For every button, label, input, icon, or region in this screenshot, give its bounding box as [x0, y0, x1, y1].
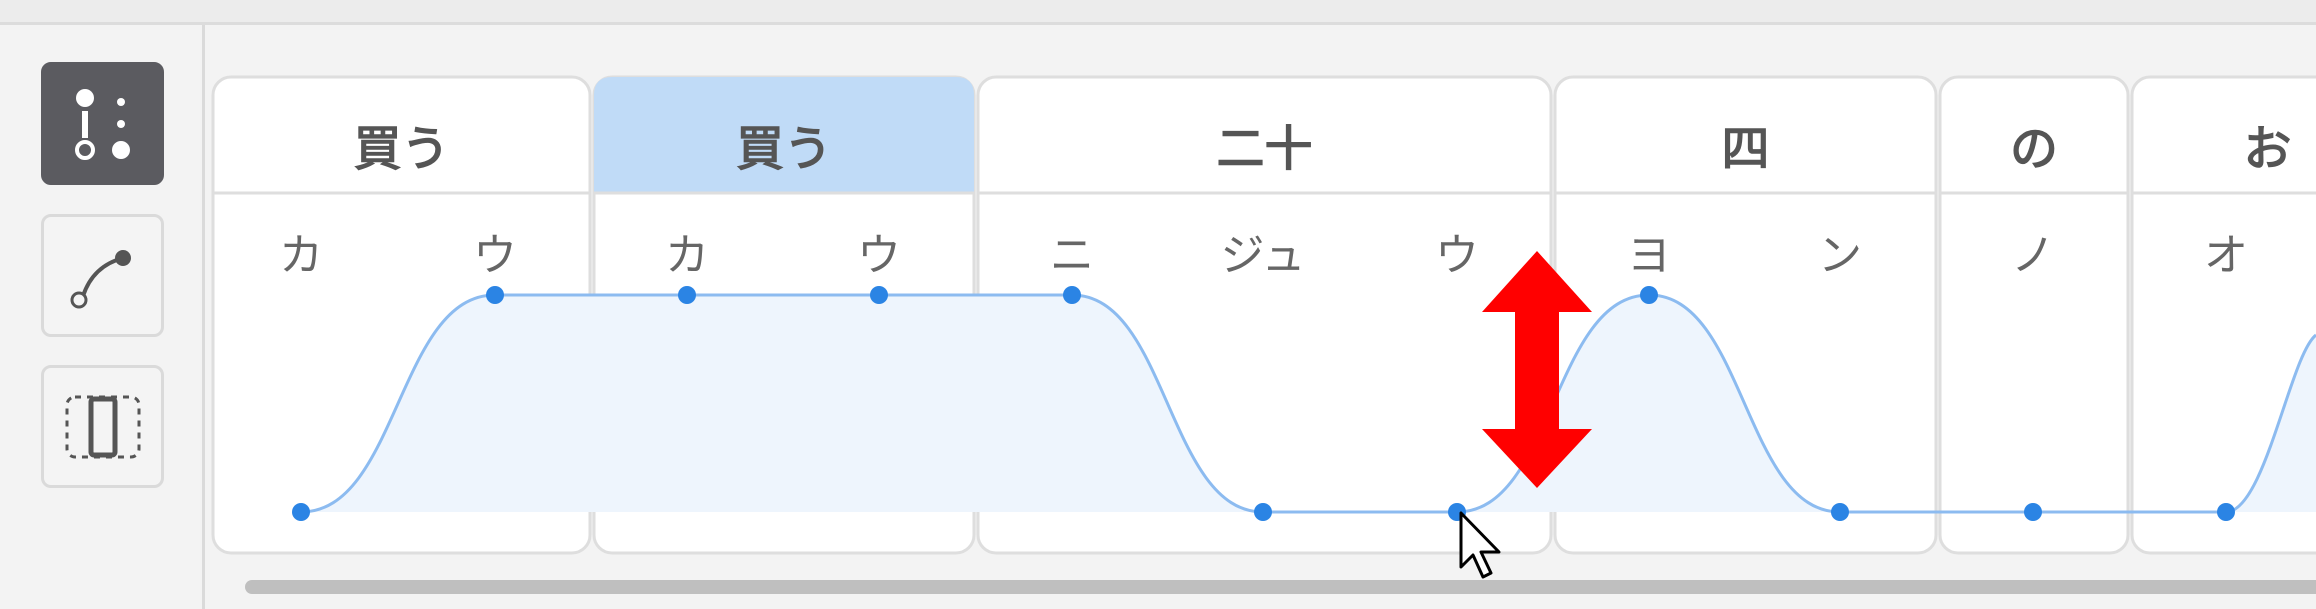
pitch-point[interactable]	[678, 286, 696, 304]
pitch-point[interactable]	[486, 286, 504, 304]
word-label[interactable]: 買う	[736, 121, 832, 177]
curve-draw-tool-button[interactable]	[41, 214, 164, 337]
pitch-points-icon	[74, 88, 130, 160]
pitch-points-tool-button[interactable]	[41, 62, 164, 185]
mora-label: ジュ	[1221, 230, 1306, 281]
tool-sidebar	[0, 25, 205, 609]
range-select-icon	[65, 395, 140, 458]
scrollbar-thumb[interactable]	[245, 580, 2316, 594]
mora-label: ウ	[857, 230, 901, 281]
mora-label: ニ	[1050, 230, 1094, 281]
word-label[interactable]: 買う	[353, 121, 449, 177]
pitch-point[interactable]	[1640, 286, 1658, 304]
mora-label: ヨ	[1627, 230, 1671, 281]
mora-label: ウ	[473, 230, 517, 281]
top-bar	[0, 0, 2316, 25]
mora-label: ン	[1818, 230, 1862, 281]
accent-phrase-editor: 買う 買う 二十 四 の おカ ウ カ ウ ニ ジュ ウ ヨ ン ノ オ	[211, 75, 2316, 579]
word-label[interactable]: の	[2010, 121, 2058, 177]
accent-editor-area: 買う 買う 二十 四 の おカ ウ カ ウ ニ ジュ ウ ヨ ン ノ オ	[205, 25, 2316, 609]
mora-label: ウ	[1435, 230, 1479, 281]
mora-label: カ	[665, 230, 709, 281]
word-label[interactable]: お	[2243, 121, 2291, 177]
pitch-point[interactable]	[1254, 503, 1272, 521]
curve-draw-icon	[70, 249, 131, 308]
horizontal-scrollbar[interactable]	[245, 580, 2316, 596]
mora-label: ノ	[2011, 230, 2055, 281]
mora-label: カ	[279, 230, 323, 281]
pitch-point[interactable]	[1063, 286, 1081, 304]
pitch-point[interactable]	[2024, 503, 2042, 521]
pitch-point[interactable]	[1831, 503, 1849, 521]
pitch-point[interactable]	[2217, 503, 2235, 521]
range-select-tool-button[interactable]	[41, 365, 164, 488]
pitch-point[interactable]	[870, 286, 888, 304]
word-label[interactable]: 四	[1721, 121, 1769, 177]
pitch-point[interactable]	[292, 503, 310, 521]
mora-label: オ	[2204, 230, 2248, 281]
word-label[interactable]: 二十	[1216, 121, 1312, 177]
